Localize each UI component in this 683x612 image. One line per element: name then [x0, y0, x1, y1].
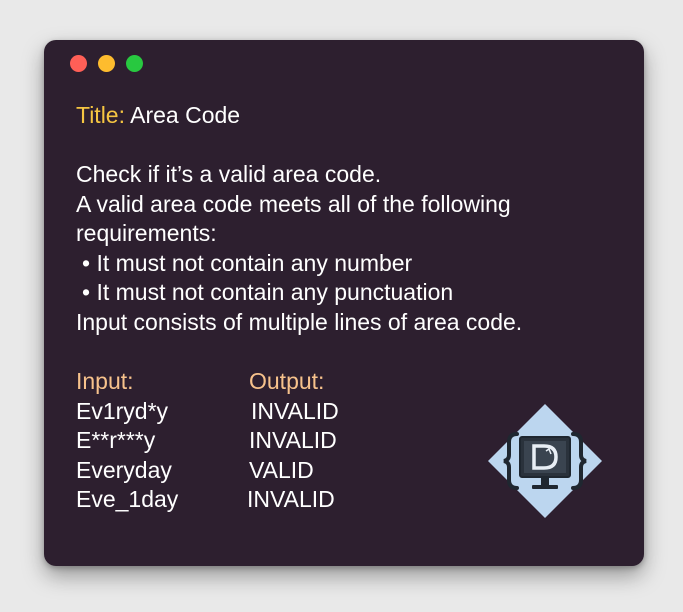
- description-line: requirements:: [76, 220, 217, 246]
- output-header: Output:: [249, 368, 325, 394]
- code-card-window: Title: Area Code Check if it’s a valid a…: [44, 40, 644, 566]
- code-monitor-logo-icon: [486, 402, 604, 520]
- card-title: Title: Area Code: [76, 100, 616, 130]
- input-value: Everyday: [76, 456, 172, 483]
- input-value: Eve_1day: [76, 486, 179, 512]
- output-value: INVALID: [249, 427, 337, 453]
- output-value: INVALID: [251, 397, 339, 424]
- output-value: INVALID: [247, 486, 335, 512]
- problem-description: Check if it’s a valid area code. A valid…: [76, 160, 616, 337]
- title-value: Area Code: [130, 102, 241, 128]
- description-line: A valid area code meets all of the follo…: [76, 190, 511, 217]
- maximize-dot-icon[interactable]: [126, 55, 143, 72]
- minimize-dot-icon[interactable]: [98, 55, 115, 72]
- input-value: E**r***y: [76, 427, 156, 453]
- close-dot-icon[interactable]: [70, 55, 87, 72]
- description-line: Input consists of multiple lines of area…: [76, 308, 523, 335]
- input-value: Ev1ryd*y: [76, 397, 169, 424]
- title-key: Title:: [76, 102, 125, 128]
- table-header-row: Input: Output:: [76, 367, 616, 397]
- description-line: Check if it’s a valid area code.: [76, 161, 382, 187]
- requirement-bullet: • It must not contain any number: [82, 249, 413, 276]
- input-header: Input:: [76, 368, 134, 394]
- output-value: VALID: [249, 456, 314, 483]
- window-controls: [70, 55, 143, 72]
- requirement-bullet: • It must not contain any punctuation: [82, 279, 454, 305]
